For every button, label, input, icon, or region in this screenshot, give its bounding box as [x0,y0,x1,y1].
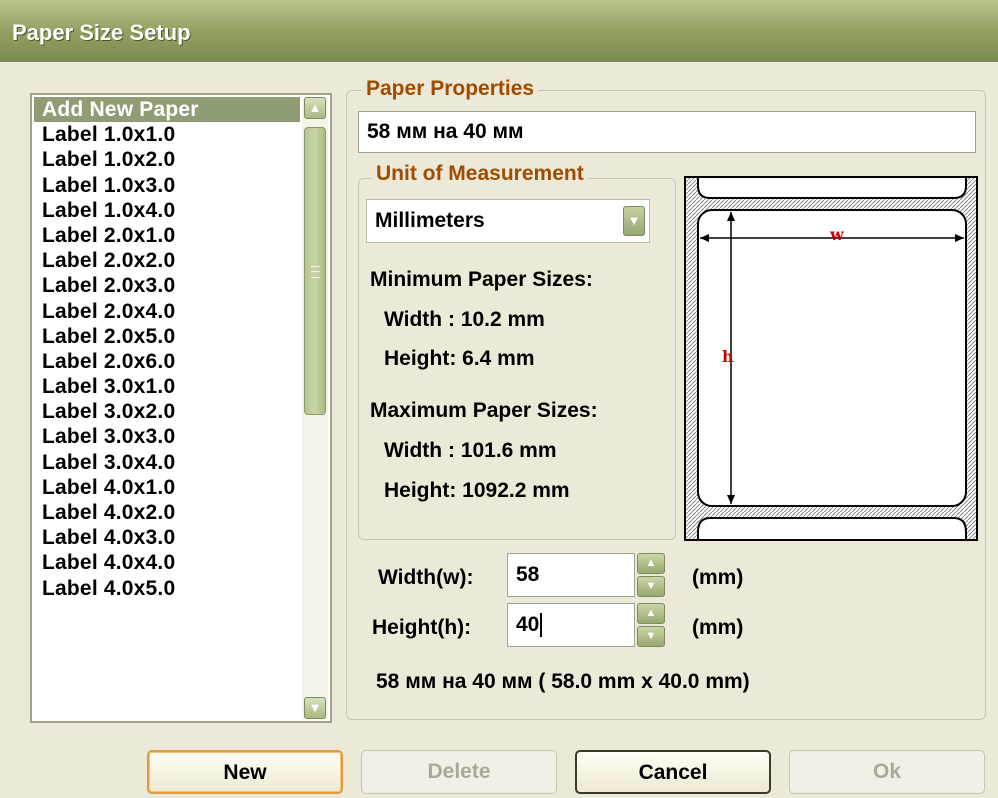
list-item[interactable]: Label 4.0x2.0 [34,500,300,525]
list-item[interactable]: Label 3.0x2.0 [34,399,300,424]
scroll-thumb[interactable] [304,127,326,415]
list-item[interactable]: Label 2.0x1.0 [34,223,300,248]
list-item[interactable]: Label 3.0x4.0 [34,450,300,475]
list-item[interactable]: Label 1.0x2.0 [34,147,300,172]
list-item[interactable]: Label 1.0x4.0 [34,198,300,223]
window-title: Paper Size Setup [12,20,191,45]
scroll-up-button[interactable]: ▲ [304,97,326,119]
max-width-text: Width : 101.6 mm [384,439,557,462]
paper-name-input[interactable]: 58 мм на 40 мм [358,111,976,153]
chevron-down-icon[interactable]: ▼ [623,206,645,236]
new-button[interactable]: New [147,750,343,794]
unit-select[interactable]: Millimeters ▼ [366,199,650,243]
chevron-up-icon: ▲ [308,100,322,115]
height-decrement-button[interactable]: ▼ [637,626,665,647]
list-item[interactable]: Label 2.0x6.0 [34,349,300,374]
min-height-text: Height: 6.4 mm [384,347,535,370]
label-diagram: w h [684,176,978,541]
list-item[interactable]: Label 3.0x3.0 [34,424,300,449]
height-label-text: Height(h): [372,616,472,639]
height-unit: (mm) [692,616,744,639]
width-increment-button[interactable]: ▲ [637,553,665,574]
paper-list-items: Add New Paper Label 1.0x1.0 Label 1.0x2.0 L… [34,97,300,601]
chevron-down-icon: ▼ [645,630,657,642]
ok-button[interactable]: Ok [789,750,985,794]
width-stepper[interactable]: ▲ ▼ [637,553,665,597]
list-item[interactable]: Label 4.0x3.0 [34,525,300,550]
cancel-button[interactable]: Cancel [575,750,771,794]
height-input[interactable]: 40 [507,603,635,647]
label-shape [697,209,967,507]
list-item[interactable]: Label 3.0x1.0 [34,374,300,399]
width-input[interactable]: 58 [507,553,635,597]
height-input-value: 40 [516,613,540,636]
label-bottom-edge [697,517,967,541]
width-label-text: Width(w): [378,566,474,589]
max-height-text: Height: 1092.2 mm [384,479,570,502]
chevron-up-icon: ▲ [645,607,657,619]
height-label: h [722,347,734,366]
list-item[interactable]: Label 2.0x5.0 [34,324,300,349]
list-item[interactable]: Add New Paper [34,97,300,123]
chevron-down-icon: ▼ [645,580,657,592]
label-top-edge [697,176,967,199]
list-item[interactable]: Label 2.0x4.0 [34,299,300,324]
paper-properties-legend: Paper Properties [362,77,539,101]
list-item[interactable]: Label 2.0x2.0 [34,248,300,273]
paper-size-summary: 58 мм на 40 мм ( 58.0 mm x 40.0 mm) [376,670,750,693]
width-unit: (mm) [692,566,744,589]
min-sizes-title: Minimum Paper Sizes: [370,268,593,291]
unit-of-measurement-legend: Unit of Measurement [372,162,588,186]
width-input-value: 58 [516,563,540,586]
height-increment-button[interactable]: ▲ [637,603,665,624]
chevron-down-icon: ▼ [308,700,322,715]
paper-size-setup-dialog: Paper Size Setup Add New Paper Label 1.0x… [0,0,998,798]
height-stepper[interactable]: ▲ ▼ [637,603,665,647]
paper-list[interactable]: Add New Paper Label 1.0x1.0 Label 1.0x2.0 L… [30,93,332,723]
width-decrement-button[interactable]: ▼ [637,576,665,597]
max-sizes-title: Maximum Paper Sizes: [370,399,598,422]
list-item[interactable]: Label 1.0x1.0 [34,122,300,147]
text-cursor [540,613,543,638]
list-item[interactable]: Label 4.0x1.0 [34,475,300,500]
list-scrollbar[interactable]: ▲ ▼ [302,97,328,719]
min-width-text: Width : 10.2 mm [384,308,545,331]
chevron-up-icon: ▲ [645,557,657,569]
scroll-down-button[interactable]: ▼ [304,697,326,719]
list-item[interactable]: Label 1.0x3.0 [34,173,300,198]
list-item[interactable]: Label 4.0x5.0 [34,576,300,601]
list-item[interactable]: Label 2.0x3.0 [34,273,300,298]
unit-select-value: Millimeters [375,209,485,232]
delete-button[interactable]: Delete [361,750,557,794]
title-bar[interactable]: Paper Size Setup [0,0,998,62]
list-item[interactable]: Label 4.0x4.0 [34,550,300,575]
grip-icon [311,266,320,278]
width-label: w [829,225,845,244]
